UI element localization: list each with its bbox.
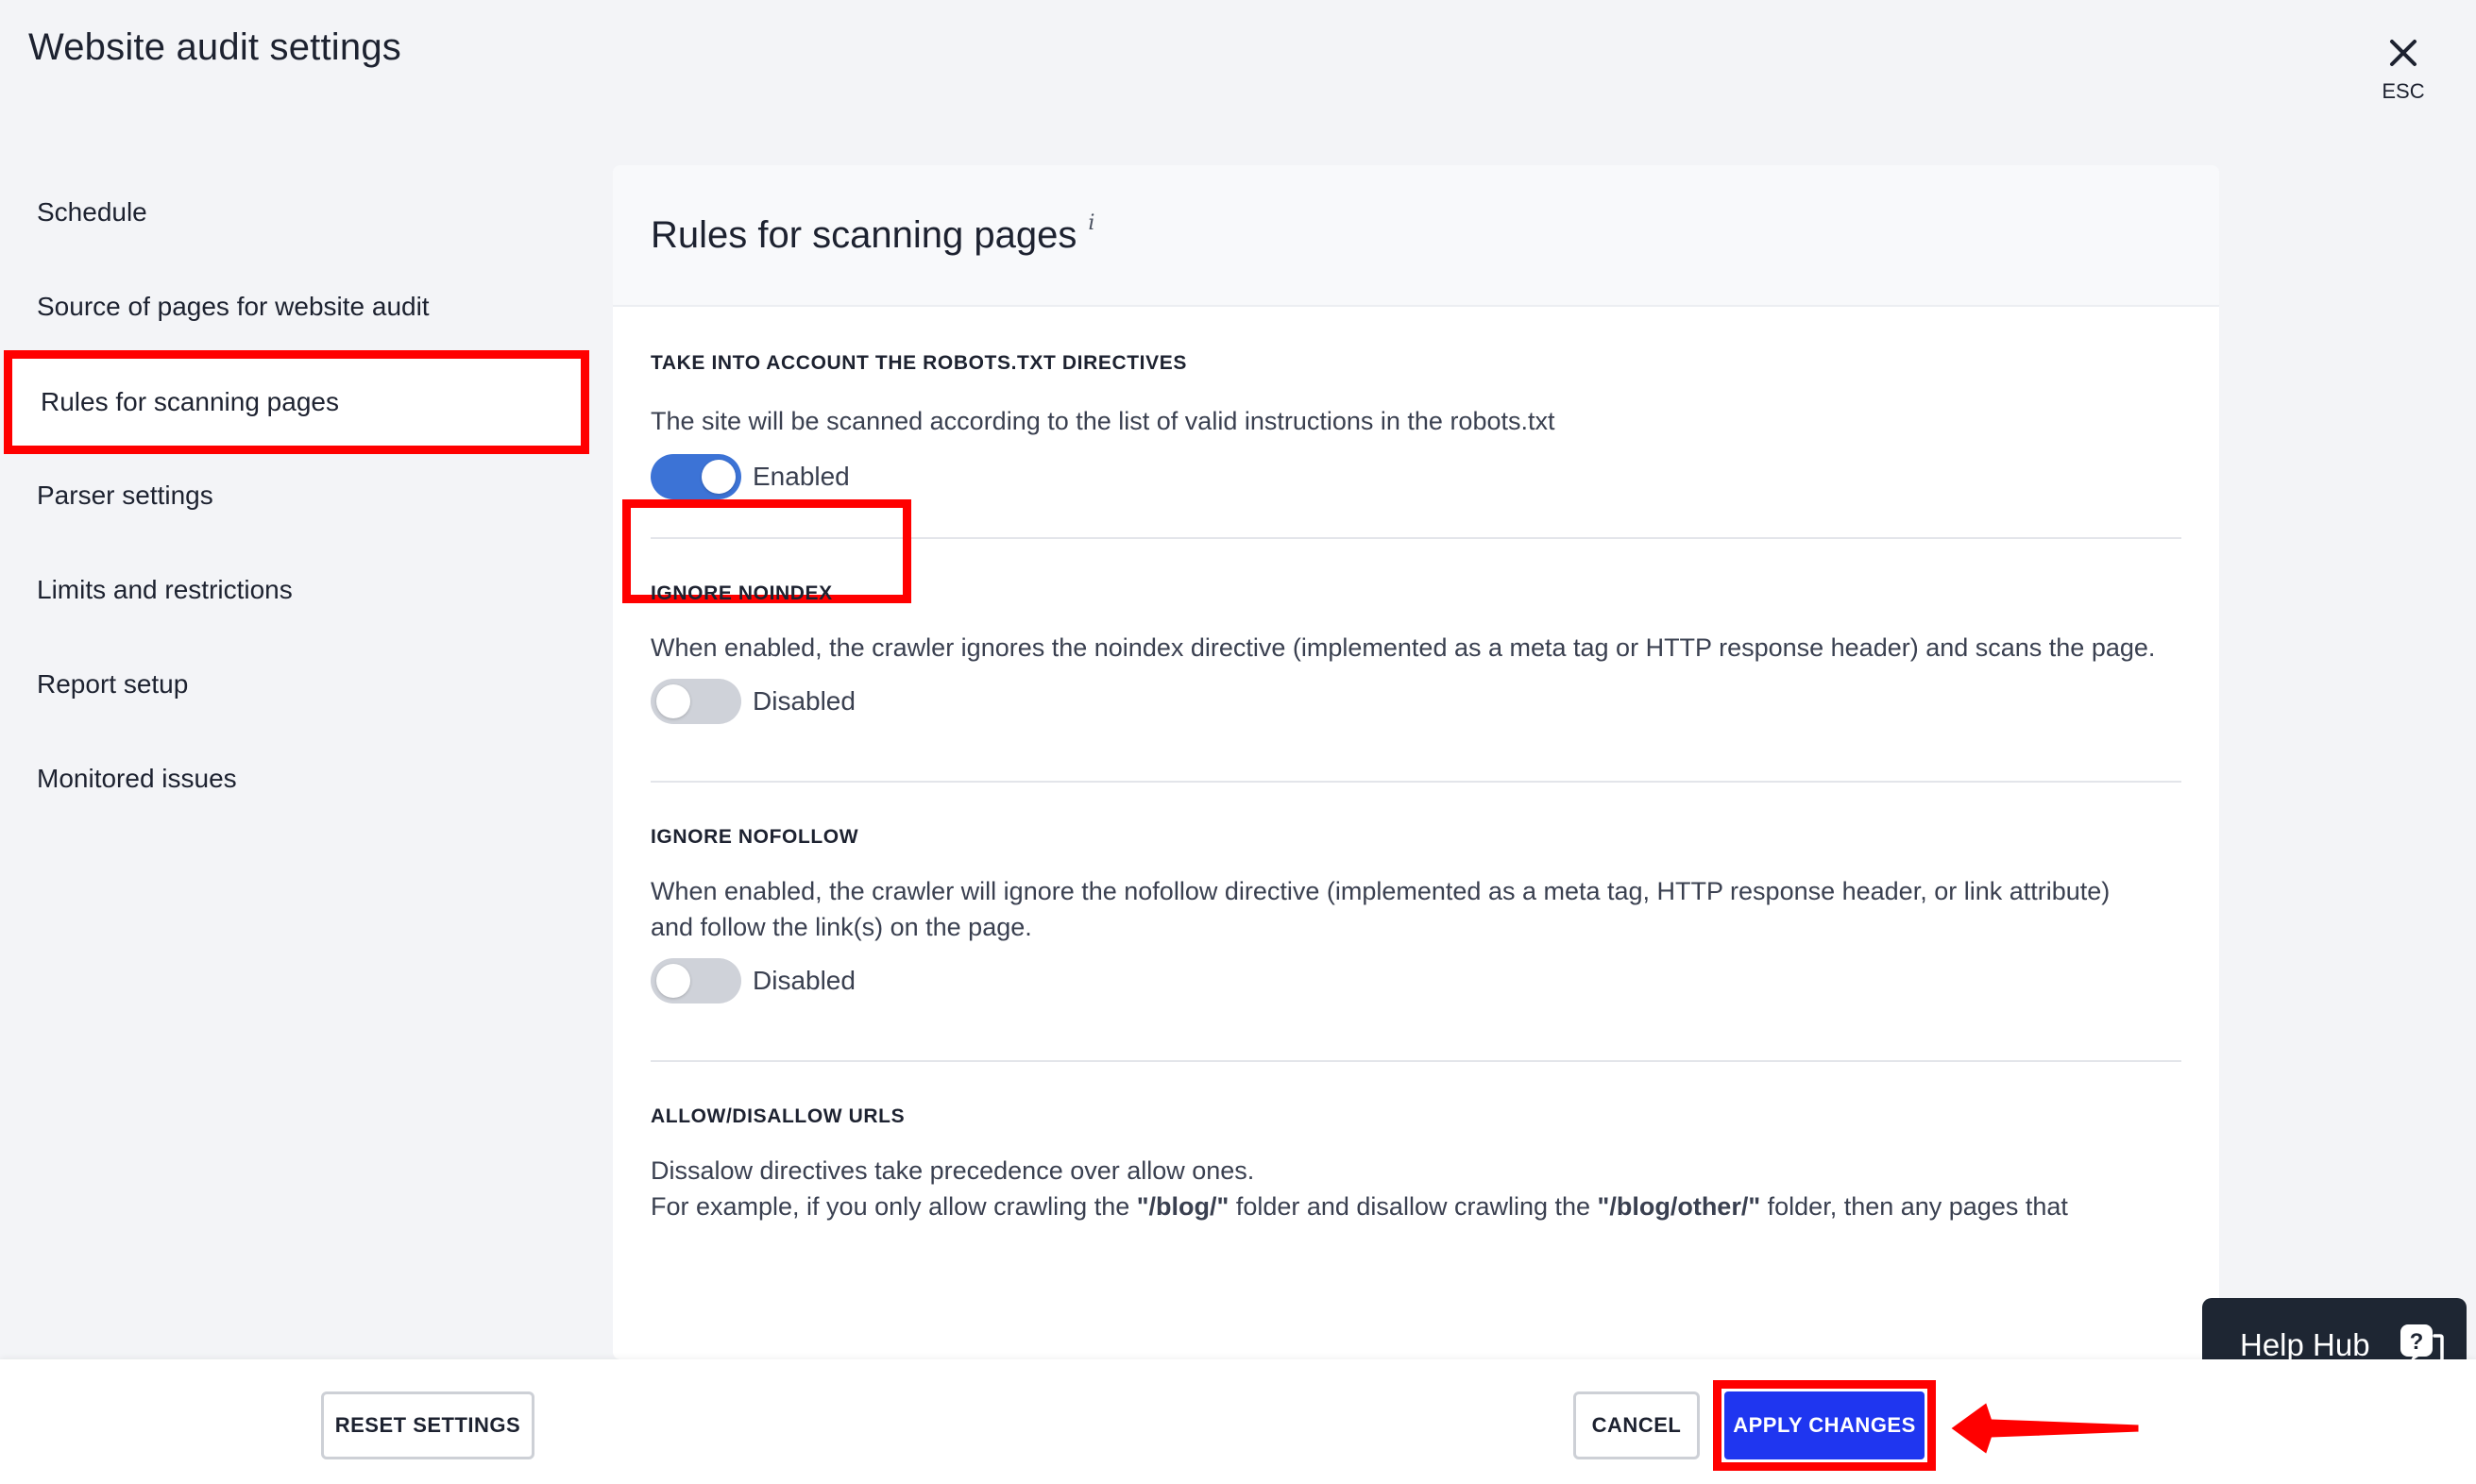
cancel-button[interactable]: CANCEL [1573, 1391, 1700, 1459]
section-description: Dissalow directives take precedence over… [651, 1156, 1255, 1185]
apply-changes-button[interactable]: APPLY CHANGES [1724, 1391, 1925, 1459]
section-label: IGNORE NOFOLLOW [651, 826, 859, 848]
nofollow-toggle-row: Disabled [651, 958, 2181, 1003]
section-label: TAKE INTO ACCOUNT THE ROBOTS.TXT DIRECTI… [651, 352, 1187, 374]
panel-title: Rules for scanning pages [651, 213, 1077, 256]
info-icon[interactable]: i [1088, 211, 1094, 235]
toggle-state: Disabled [753, 686, 856, 716]
sidebar-item-source-of-pages[interactable]: Source of pages for website audit [0, 260, 604, 354]
nofollow-toggle[interactable] [651, 958, 741, 1003]
reset-settings-button[interactable]: RESET SETTINGS [321, 1391, 534, 1459]
panel-body: TAKE INTO ACCOUNT THE ROBOTS.TXT DIRECTI… [613, 307, 2219, 1224]
section-label: ALLOW/DISALLOW URLS [651, 1105, 906, 1127]
section-description-example: For example, if you only allow crawling … [651, 1189, 2181, 1224]
sidebar-item-parser-settings[interactable]: Parser settings [0, 448, 604, 543]
sidebar-item-label: Report setup [37, 669, 189, 699]
close-icon [2390, 40, 2417, 66]
svg-text:?: ? [2410, 1329, 2424, 1355]
section-label: IGNORE NOINDEX [651, 582, 833, 604]
toggle-state: Enabled [753, 462, 850, 491]
example-path: "/blog/" [1136, 1192, 1230, 1221]
header: Website audit settings ESC [0, 0, 2476, 160]
footer-bar: RESET SETTINGS CANCEL APPLY CHANGES [0, 1359, 2476, 1484]
sidebar-item-label: Monitored issues [37, 764, 237, 793]
toggle-knob [656, 684, 690, 718]
sidebar-item-label: Schedule [37, 197, 147, 227]
allow-disallow-section: ALLOW/DISALLOW URLS Dissalow directives … [651, 1062, 2181, 1224]
sidebar-item-label: Source of pages for website audit [37, 292, 430, 321]
sidebar-item-label: Parser settings [37, 481, 213, 510]
section-description: When enabled, the crawler will ignore th… [651, 877, 2111, 941]
section-description: The site will be scanned according to th… [651, 407, 1555, 435]
sidebar-item-schedule[interactable]: Schedule [0, 165, 604, 260]
close-button[interactable]: ESC [2368, 34, 2438, 119]
help-hub-label: Help Hub [2240, 1327, 2370, 1362]
sidebar-item-label: Limits and restrictions [37, 575, 293, 604]
example-text: folder, then any pages that [1760, 1192, 2068, 1221]
noindex-section: IGNORE NOINDEX When enabled, the crawler… [651, 539, 2181, 783]
esc-label: ESC [2382, 79, 2425, 103]
nofollow-section: IGNORE NOFOLLOW When enabled, the crawle… [651, 783, 2181, 1062]
noindex-toggle[interactable] [651, 679, 741, 724]
sidebar-item-rules-for-scanning[interactable]: Rules for scanning pages [4, 350, 589, 454]
section-description: When enabled, the crawler ignores the no… [651, 633, 2156, 662]
sidebar-item-report-setup[interactable]: Report setup [0, 637, 604, 732]
robots-section: TAKE INTO ACCOUNT THE ROBOTS.TXT DIRECTI… [622, 307, 2181, 603]
page-title: Website audit settings [28, 26, 401, 68]
content-panel: Rules for scanning pages i TAKE INTO ACC… [613, 165, 2219, 1359]
toggle-state: Disabled [753, 966, 856, 995]
sidebar-item-monitored-issues[interactable]: Monitored issues [0, 732, 604, 826]
example-text: For example, if you only allow crawling … [651, 1192, 1137, 1221]
toggle-knob [702, 460, 736, 494]
example-path: "/blog/other/" [1597, 1192, 1761, 1221]
example-text: folder and disallow crawling the [1229, 1192, 1598, 1221]
panel-header: Rules for scanning pages i [613, 165, 2219, 307]
red-arrow-annotation [1946, 1398, 2142, 1459]
robots-toggle-row: Enabled [651, 454, 2181, 499]
sidebar-item-label: Rules for scanning pages [41, 387, 339, 416]
noindex-toggle-row: Disabled [651, 679, 2181, 724]
robots-toggle[interactable] [651, 454, 741, 499]
sidebar-item-limits[interactable]: Limits and restrictions [0, 543, 604, 637]
toggle-knob [656, 964, 690, 998]
